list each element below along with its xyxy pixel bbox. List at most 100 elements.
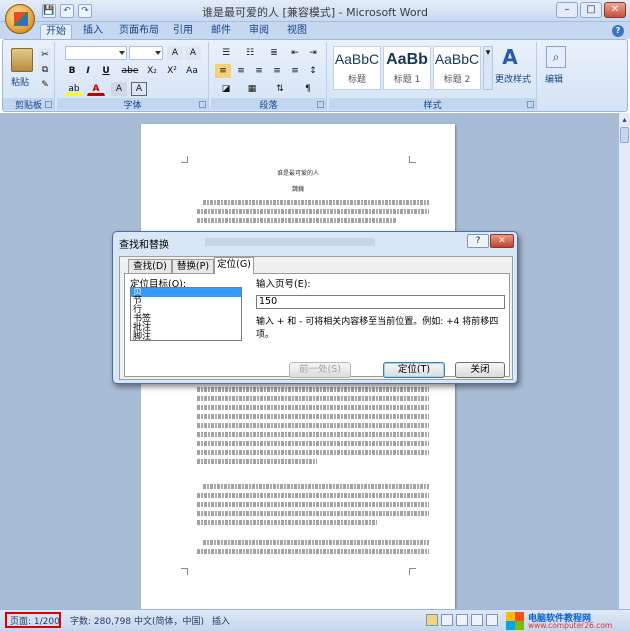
vertical-scrollbar[interactable]: ▴ [618, 113, 630, 609]
style-item[interactable]: AaBbC 标题 [333, 46, 381, 90]
tab-find[interactable]: 查找(D) [128, 259, 172, 273]
style-name: 标题 2 [443, 75, 471, 85]
show-marks-icon[interactable]: ¶ [297, 82, 319, 96]
strikethrough-button[interactable]: abe [119, 64, 141, 78]
distributed-icon[interactable]: ≡ [287, 64, 303, 78]
minimize-button[interactable]: – [556, 2, 578, 18]
bullets-icon[interactable]: ☰ [215, 46, 237, 60]
print-layout-icon[interactable] [426, 614, 438, 626]
tab-page-layout[interactable]: 页面布局 [116, 24, 162, 39]
copy-icon[interactable]: ⧉ [39, 63, 51, 77]
page-indicator[interactable]: 页面: 1/200 [10, 614, 60, 627]
draft-icon[interactable] [486, 614, 498, 626]
decrease-indent-icon[interactable]: ⇤ [287, 46, 303, 60]
styles-launcher-icon[interactable] [527, 101, 534, 108]
goto-hint: 输入 + 和 - 可将相关内容移至当前位置。例如: +4 将前移四项。 [256, 317, 499, 340]
scroll-up-icon[interactable]: ▴ [620, 115, 629, 125]
align-left-icon[interactable]: ≡ [215, 64, 231, 78]
scroll-thumb[interactable] [620, 127, 629, 143]
previous-button[interactable]: 前一处(S) [289, 362, 351, 378]
office-button[interactable] [5, 4, 35, 34]
cut-icon[interactable]: ✂ [39, 48, 51, 62]
increase-indent-icon[interactable]: ⇥ [305, 46, 321, 60]
status-bar: 页面: 1/200 字数: 280,798 中文(简体，中国) 插入 电脑软件教… [0, 609, 630, 631]
borders-icon[interactable]: ▦ [241, 82, 263, 96]
font-name-dropdown[interactable] [65, 46, 127, 60]
tab-insert[interactable]: 插入 [78, 24, 108, 39]
paragraph-launcher-icon[interactable] [317, 101, 324, 108]
dialog-help-button[interactable]: ? [467, 234, 489, 248]
outline-icon[interactable] [471, 614, 483, 626]
sort-icon[interactable]: ⇅ [269, 82, 291, 96]
align-center-icon[interactable]: ≡ [233, 64, 249, 78]
binoculars-icon[interactable]: ⌕ [546, 46, 566, 68]
page-number-input[interactable]: 150 [256, 295, 505, 309]
help-icon[interactable]: ? [612, 25, 624, 37]
maximize-button[interactable]: □ [580, 2, 602, 18]
font-size-dropdown[interactable] [129, 46, 163, 60]
bold-button[interactable]: B [65, 64, 79, 78]
align-right-icon[interactable]: ≡ [251, 64, 267, 78]
tab-review[interactable]: 审阅 [244, 24, 274, 39]
dialog-title: 查找和替换 [119, 240, 169, 251]
ribbon: 粘贴 ✂ ⧉ ✎ 剪贴板 A A B I U abe X₂ X² Aa ab A… [2, 39, 628, 112]
text-line [197, 511, 429, 516]
clipboard-launcher-icon[interactable] [45, 101, 52, 108]
text-line [197, 432, 429, 437]
document-author: 魏巍 [291, 186, 304, 193]
watermark: 电脑软件教程网 www.computer26.com [506, 611, 624, 630]
tab-replace[interactable]: 替换(P) [172, 259, 214, 273]
window-title: 谁是最可爱的人 [兼容模式] - Microsoft Word [202, 6, 428, 19]
paragraph-group-label: 段落 [211, 98, 326, 111]
style-item[interactable]: AaBbC 标题 2 [433, 46, 481, 90]
change-styles-icon[interactable]: A [499, 46, 521, 68]
shrink-font-icon[interactable]: A [185, 46, 201, 60]
italic-button[interactable]: I [81, 64, 95, 78]
font-color-icon[interactable]: A [87, 82, 105, 96]
text-line [197, 209, 429, 214]
full-screen-icon[interactable] [441, 614, 453, 626]
insert-mode[interactable]: 插入 [212, 614, 230, 627]
find-replace-dialog: 查找和替换 ? ✕ 查找(D) 替换(P) 定位(G) 定位目标(O): 页 节… [112, 231, 518, 384]
title-bar: 💾 ↶ ↷ 谁是最可爱的人 [兼容模式] - Microsoft Word – … [0, 0, 630, 22]
tab-goto[interactable]: 定位(G) [214, 257, 254, 274]
change-styles-label[interactable]: 更改样式 [495, 72, 531, 85]
paste-icon[interactable] [11, 48, 33, 72]
shading-icon[interactable]: ◪ [215, 82, 237, 96]
crop-mark [409, 568, 416, 575]
paste-label: 粘贴 [11, 78, 30, 88]
justify-icon[interactable]: ≡ [269, 64, 285, 78]
char-border-icon[interactable]: A [131, 82, 147, 96]
dialog-close-button[interactable]: ✕ [490, 234, 514, 248]
change-case-button[interactable]: Aa [183, 64, 201, 78]
grow-font-icon[interactable]: A [167, 46, 183, 60]
list-item[interactable]: 脚注 [131, 333, 241, 341]
line-spacing-icon[interactable]: ↕ [305, 64, 321, 78]
multilevel-list-icon[interactable]: ≣ [263, 46, 285, 60]
text-line [203, 484, 429, 489]
subscript-button[interactable]: X₂ [143, 64, 161, 78]
edit-label[interactable]: 编辑 [545, 72, 563, 85]
tab-home[interactable]: 开始 [40, 24, 72, 39]
highlight-icon[interactable]: ab [65, 82, 83, 96]
tab-mailings[interactable]: 邮件 [206, 24, 236, 39]
list-item[interactable]: 节 [131, 297, 241, 306]
style-item[interactable]: AaBb 标题 1 [383, 46, 431, 90]
char-shading-icon[interactable]: A [111, 82, 127, 96]
dialog-close-text-button[interactable]: 关闭 [455, 362, 505, 378]
language-indicator[interactable]: 中文(简体，中国) [134, 614, 204, 627]
goto-target-list[interactable]: 页 节 行 书签 批注 脚注 [130, 287, 242, 341]
superscript-button[interactable]: X² [163, 64, 181, 78]
underline-button[interactable]: U [97, 64, 115, 78]
goto-button[interactable]: 定位(T) [383, 362, 445, 378]
tab-references[interactable]: 引用 [168, 24, 198, 39]
styles-scroll-icon[interactable]: ▾ [483, 46, 493, 90]
numbering-icon[interactable]: ☷ [239, 46, 261, 60]
list-item[interactable]: 页 [131, 288, 241, 297]
font-launcher-icon[interactable] [199, 101, 206, 108]
word-count[interactable]: 字数: 280,798 [70, 614, 131, 627]
web-layout-icon[interactable] [456, 614, 468, 626]
format-painter-icon[interactable]: ✎ [39, 78, 51, 92]
tab-view[interactable]: 视图 [282, 24, 312, 39]
close-button[interactable]: ✕ [604, 2, 626, 18]
